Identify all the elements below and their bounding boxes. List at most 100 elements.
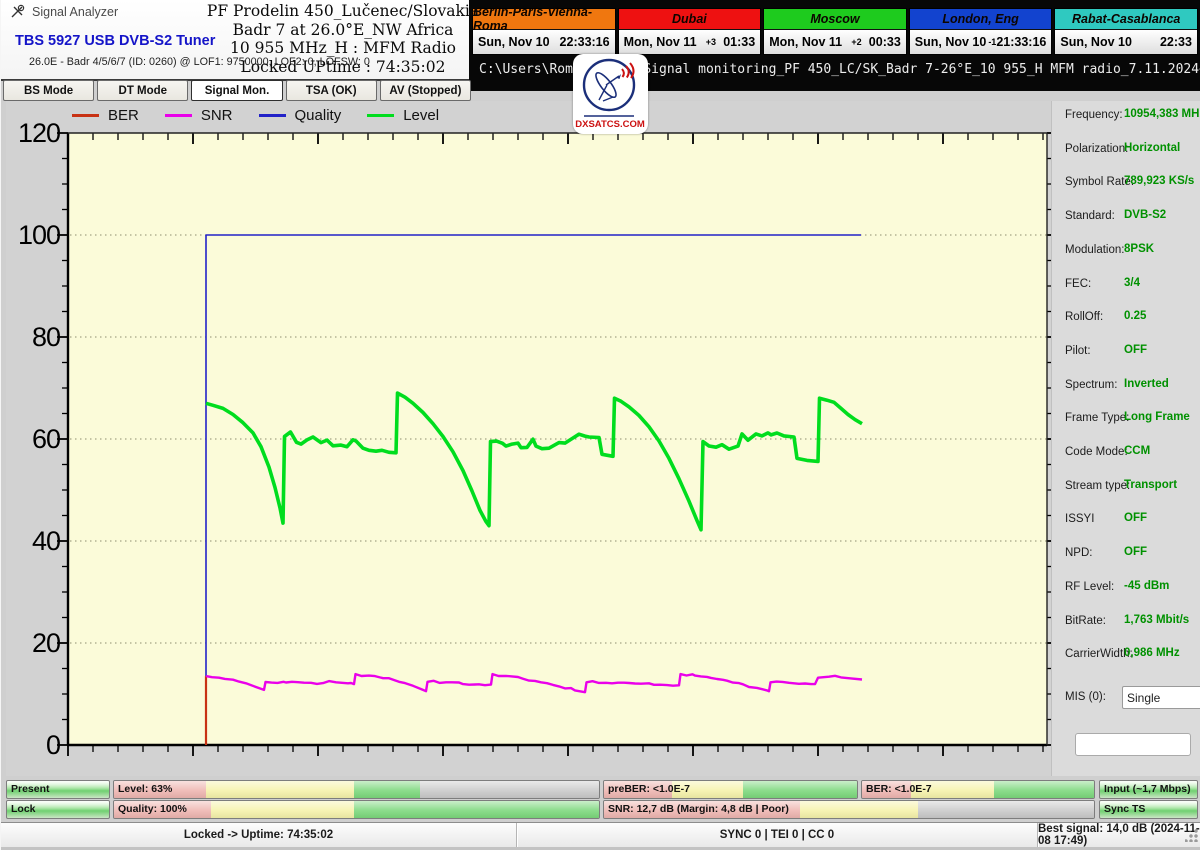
param-value: 0,986 MHz <box>1124 647 1180 660</box>
tab-av-stopped[interactable]: AV (Stopped) <box>379 80 472 101</box>
signal-parameters-sidebar: MIS (0): Single Frequency: 10954,383 MHz P… <box>1051 101 1200 776</box>
bar-label: Present <box>11 783 50 795</box>
param-value: DVB-S2 <box>1124 209 1167 222</box>
param-row-symbol-rate: Symbol Rate: 789,923 KS/s <box>1052 175 1200 196</box>
clock-card-berlin-paris-vienna-roma: Berlin-Paris-Vienna-Roma Sun, Nov 10 22:33… <box>472 5 616 55</box>
param-value: OFF <box>1124 343 1147 356</box>
tab-signal-mon[interactable]: Signal Mon. <box>191 80 283 101</box>
param-label: RF Level: <box>1065 580 1115 593</box>
satellite-dish-icon <box>11 4 25 18</box>
world-clock-panel: Berlin-Paris-Vienna-Roma Sun, Nov 10 22:33… <box>472 5 1198 55</box>
clock-name: Dubai <box>618 9 761 30</box>
param-label: CarrierWidth: <box>1065 648 1133 661</box>
empty-input-box[interactable] <box>1075 733 1191 756</box>
param-label: Polarization: <box>1065 142 1129 155</box>
bar-label: Sync TS <box>1104 803 1146 815</box>
clock-card-rabat-casablanca: Rabat-Casablanca Sun, Nov 10 22:33 <box>1054 8 1198 55</box>
tab-tsa-ok[interactable]: TSA (OK) <box>285 80 377 101</box>
param-value: 10954,383 MHz <box>1124 108 1200 120</box>
param-row-bitrate: BitRate: 1,763 Mbit/s <box>1052 613 1200 635</box>
param-row-pilot: Pilot: OFF <box>1052 343 1200 365</box>
quality-bar: Quality: 100% <box>113 800 600 819</box>
param-value: 3/4 <box>1124 276 1140 289</box>
signal-plot <box>57 132 1051 756</box>
tab-bs-mode[interactable]: BS Mode <box>3 80 95 101</box>
param-label: Spectrum: <box>1065 378 1118 391</box>
clock-utc-offset: -1 <box>988 37 997 47</box>
param-row-rf-level: RF Level: -45 dBm <box>1052 580 1200 601</box>
param-label: FEC: <box>1065 277 1092 290</box>
overlay-line: PF Prodelin 450_Lučenec/Slovakia <box>206 2 480 20</box>
legend-label: SNR <box>200 107 233 124</box>
bar-label: Lock <box>11 803 36 815</box>
y-axis-label: 20 <box>31 628 61 658</box>
param-row-spectrum: Spectrum: Inverted <box>1052 377 1200 399</box>
param-row-frequency: Frequency: 10954,383 MHz <box>1052 108 1200 129</box>
param-value: Long Frame <box>1124 411 1190 424</box>
clock-date: Sun, Nov 10 <box>914 35 987 49</box>
clock-time: 22:33 <box>1159 35 1192 49</box>
legend-item-snr: SNR <box>164 107 233 124</box>
param-value: CCM <box>1124 445 1151 457</box>
clock-time-row: Sun, Nov 10 -1 21:33:16 <box>909 30 1052 54</box>
param-label: Frequency: <box>1065 109 1123 121</box>
clock-date: Mon, Nov 11 <box>623 35 697 49</box>
param-value: 0.25 <box>1124 310 1147 323</box>
bar-label: Quality: 100% <box>118 803 187 815</box>
param-row-npd: NPD: OFF <box>1052 546 1200 567</box>
param-value: 789,923 KS/s <box>1124 175 1195 188</box>
legend-label: Quality <box>294 107 342 124</box>
clock-name: Berlin-Paris-Vienna-Roma <box>473 5 615 33</box>
legend-swatch-snr <box>164 114 192 117</box>
param-value: 1,763 Mbit/s <box>1124 613 1190 626</box>
clock-utc-offset: +2 <box>851 37 862 47</box>
y-axis-label: 60 <box>31 424 61 454</box>
y-axis-label: 0 <box>45 730 61 760</box>
clock-card-dubai: Dubai Mon, Nov 11 +3 01:33 <box>617 8 762 55</box>
chart-legend: BER SNR Quality Level <box>72 107 439 124</box>
param-value: Inverted <box>1124 377 1169 390</box>
level-bar: Level: 63% <box>113 780 600 799</box>
best-signal-status: Best signal: 14,0 dB (2024-11-08 17:49) <box>1038 823 1200 847</box>
param-row-code-mode: Code Mode: CCM <box>1052 445 1200 466</box>
snr-bar: SNR: 12,7 dB (Margin: 4,8 dB | Poor) <box>603 800 1095 819</box>
legend-item-ber: BER <box>72 107 139 124</box>
clock-time-row: Mon, Nov 11 +3 01:33 <box>618 30 761 54</box>
param-value: OFF <box>1124 512 1147 525</box>
signal-analyzer-app: Signal Analyzer TBS 5927 USB DVB-S2 Tune… <box>0 0 1200 850</box>
param-label: BitRate: <box>1065 614 1106 627</box>
window-title: Signal Analyzer <box>32 5 119 19</box>
resize-grip[interactable] <box>1185 828 1199 842</box>
param-value: 8PSK <box>1124 242 1155 255</box>
overlay-line: 10 955 MHz_H : MFM Radio <box>230 39 456 58</box>
clock-time-row: Sun, Nov 10 22:33 <box>1055 30 1197 54</box>
tuner-name: TBS 5927 USB DVB-S2 Tuner <box>15 33 216 49</box>
param-label: Modulation: <box>1065 243 1125 256</box>
bar-gloss <box>114 781 599 798</box>
clock-card-moscow: Moscow Mon, Nov 11 +2 00:33 <box>763 8 907 55</box>
clock-time: 00:33 <box>868 35 901 49</box>
param-row-issyi: ISSYI OFF <box>1052 512 1200 533</box>
param-label: Frame Type: <box>1065 412 1130 425</box>
input-bar: Input (~1,7 Mbps) <box>1099 780 1198 799</box>
clock-name: London, Eng <box>909 9 1052 30</box>
param-value: Horizontal <box>1124 141 1181 154</box>
mode-tab-strip: BS Mode DT Mode Signal Mon. TSA (OK) AV (Sto… <box>3 80 472 101</box>
param-row-carrierwidth: CarrierWidth: 0,986 MHz <box>1052 647 1200 668</box>
param-value: OFF <box>1124 546 1147 559</box>
overlay-line: Badr 7 at 26.0°E_NW Africa <box>232 20 454 39</box>
mis-label: MIS (0): <box>1065 691 1106 703</box>
tab-dt-mode[interactable]: DT Mode <box>97 80 189 101</box>
preber-bar: preBER: <1.0E-7 <box>603 780 858 799</box>
param-row-standard: Standard: DVB-S2 <box>1052 209 1200 230</box>
clock-time: 22:33:16 <box>559 35 610 49</box>
legend-label: Level <box>403 107 440 124</box>
mis-select[interactable]: Single <box>1122 686 1200 709</box>
clock-utc-offset: +3 <box>705 37 716 47</box>
clock-time-row: Sun, Nov 10 22:33:16 <box>473 30 615 54</box>
y-axis-label: 120 <box>17 118 61 148</box>
clock-name: Rabat-Casablanca <box>1055 9 1197 30</box>
param-label: Pilot: <box>1065 344 1091 357</box>
dxsatcs-logo-text: DXSATCS.COM <box>575 119 645 130</box>
clock-name: Moscow <box>764 9 906 30</box>
